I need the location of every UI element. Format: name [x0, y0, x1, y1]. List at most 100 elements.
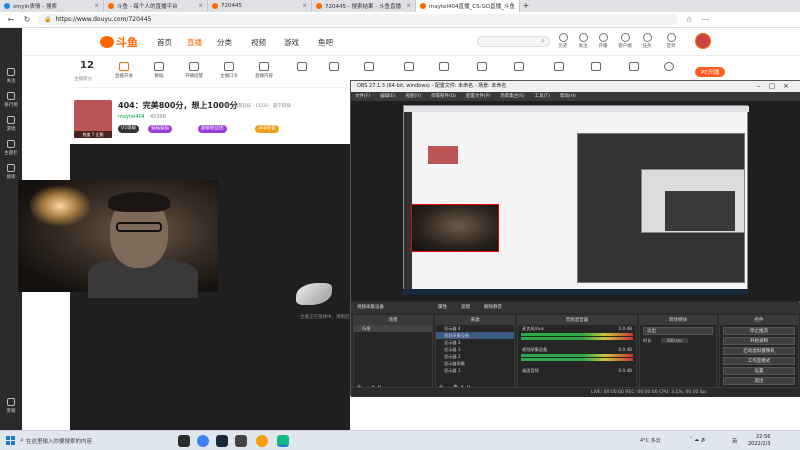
close-icon[interactable]: ×	[302, 3, 307, 9]
source-item[interactable]: 显示器 1	[436, 367, 514, 374]
menu-view[interactable]: 视图(V)	[405, 92, 421, 101]
toolbar-item[interactable]	[430, 62, 458, 71]
sidebar-item-topic[interactable]: 主题栏	[0, 136, 22, 160]
edge-app-icon[interactable]	[197, 435, 209, 447]
toolbar-item[interactable]: 直播开关	[110, 62, 138, 79]
system-tray-icons[interactable]: ˄ ☁ 🔊	[690, 437, 707, 443]
back-icon[interactable]: ←	[6, 15, 16, 24]
nav-yuba[interactable]: 鱼吧	[318, 37, 333, 48]
douyu-logo[interactable]: 斗鱼	[100, 34, 138, 50]
start-recording-button[interactable]: 开始录制	[723, 337, 795, 345]
scene-item[interactable]: 场景	[354, 325, 432, 332]
source-item[interactable]: 显示器采集	[436, 360, 514, 367]
source-item[interactable]: 显示器 2	[436, 353, 514, 360]
menu-help[interactable]: 帮助(H)	[560, 92, 576, 101]
toolbar-item[interactable]	[468, 62, 496, 71]
streamer-name[interactable]: maytel404	[118, 114, 145, 120]
window-controls[interactable]: –▢×	[757, 81, 797, 92]
toolbar-item[interactable]	[505, 62, 533, 71]
obs-preview[interactable]	[351, 101, 800, 301]
weather-widget[interactable]: 4°C 多云	[640, 437, 661, 444]
source-item[interactable]: 显示器 4	[436, 325, 514, 332]
browser-tab[interactable]: 720445 ×	[208, 0, 312, 12]
obs-app-icon[interactable]	[178, 435, 190, 447]
unmute-button[interactable]: 解除静音	[484, 303, 502, 313]
history-button[interactable]: 历史	[554, 33, 572, 49]
toolbar-item[interactable]	[582, 62, 610, 71]
browser-tab-active[interactable]: maytel404直播_CS:GO直播_斗鱼×	[416, 0, 520, 12]
toolbar-item[interactable]	[655, 62, 683, 71]
sidebar-item-game[interactable]: 游戏	[0, 112, 22, 136]
refresh-icon[interactable]: ↻	[22, 15, 32, 24]
obs-window[interactable]: OBS 27.1.3 (64-bit, windows) - 配置文件: 未命名…	[350, 80, 800, 397]
menu-profile[interactable]: 配置文件(P)	[466, 92, 490, 101]
broadcast-button[interactable]: 开播	[594, 33, 612, 49]
honor-badge[interactable]: 368荣誉	[255, 125, 279, 133]
sidebar-item-service[interactable]: 客服	[0, 394, 22, 418]
ime-indicator[interactable]: 英	[732, 437, 738, 445]
properties-button[interactable]: 属性	[438, 303, 447, 313]
sidebar-item-rank[interactable]: 排行榜	[0, 88, 22, 112]
explorer-app-icon[interactable]	[235, 435, 247, 447]
steam-app-icon[interactable]	[216, 435, 228, 447]
close-icon[interactable]: ×	[406, 3, 411, 9]
toolbar-item[interactable]	[395, 62, 423, 71]
transition-select[interactable]: 淡出	[643, 327, 713, 335]
close-icon[interactable]: ×	[94, 3, 99, 9]
fan-club-badge[interactable]: 超级粉丝团	[198, 125, 227, 133]
menu-docks[interactable]: 停靠部件(D)	[431, 92, 456, 101]
toolbar-item[interactable]	[288, 62, 316, 71]
toolbar-item[interactable]	[355, 62, 383, 71]
menu-icon[interactable]: ⋯	[700, 15, 710, 24]
streamer-avatar[interactable]: 热度 7 企鹅	[74, 100, 112, 138]
nav-video[interactable]: 视频	[251, 37, 266, 48]
search-icon[interactable]: ⌕	[20, 436, 24, 445]
studio-mode-button[interactable]: 工作室模式	[723, 357, 795, 365]
browser-tab[interactable]: xinyin表情 - 搜索 ×	[0, 0, 104, 12]
avatar[interactable]	[695, 33, 711, 49]
close-icon[interactable]: ×	[198, 3, 203, 9]
pc-broadcast-button[interactable]: PC开播	[695, 67, 726, 77]
search-input[interactable]: ⌕	[477, 36, 550, 47]
virtual-camera-button[interactable]: 启动虚拟摄像机	[723, 347, 795, 355]
taskbar-search-input[interactable]: 在这里输入你要搜索的内容	[26, 437, 92, 445]
exit-button[interactable]: 退出	[723, 377, 795, 385]
search-icon[interactable]: ⌕	[541, 37, 545, 46]
browser-tab[interactable]: 720445 - 搜索结果 - 斗鱼直播 ×	[312, 0, 416, 12]
filters-button[interactable]: 滤镜	[461, 303, 470, 313]
toolbar-item[interactable]: 开播提醒	[180, 62, 208, 79]
toolbar-item[interactable]	[545, 62, 573, 71]
toolbar-item[interactable]	[320, 62, 348, 71]
settings-button[interactable]: 设置	[723, 367, 795, 375]
browser-tab[interactable]: 斗鱼 - 每个人的直播平台 ×	[104, 0, 208, 12]
follow-button[interactable]: 关注	[574, 33, 592, 49]
menu-file[interactable]: 文件(F)	[355, 92, 370, 101]
nav-live[interactable]: 直播	[187, 37, 202, 48]
windows-start-icon[interactable]	[6, 436, 16, 446]
fan-badge[interactable]: 猫猫猫猫	[148, 125, 172, 133]
clock[interactable]: 22:56 2022/2/3	[748, 434, 770, 448]
menu-edit[interactable]: 编辑(E)	[380, 92, 395, 101]
nav-home[interactable]: 首页	[157, 37, 172, 48]
toolbar-item[interactable]: 直播内容	[250, 62, 278, 79]
favorites-icon[interactable]: ☆	[684, 15, 694, 24]
volume-slider[interactable]	[521, 358, 633, 361]
nav-game[interactable]: 游戏	[284, 37, 299, 48]
volume-slider[interactable]	[521, 337, 633, 340]
app-icon[interactable]	[256, 435, 268, 447]
duration-input[interactable]: 300 ms	[660, 338, 689, 343]
signin-button[interactable]: 签到	[662, 33, 680, 49]
active-app-icon[interactable]	[277, 435, 289, 447]
task-button[interactable]: 任务	[638, 33, 656, 49]
source-item[interactable]: 显示器 3	[436, 339, 514, 346]
new-tab-button[interactable]: +	[520, 0, 532, 12]
menu-scene-collection[interactable]: 场景集合(S)	[500, 92, 524, 101]
source-item[interactable]: 显示器 3	[436, 346, 514, 353]
client-button[interactable]: 客户端	[616, 33, 634, 49]
menu-tools[interactable]: 工具(T)	[535, 92, 550, 101]
source-item[interactable]: 视频采集设备	[436, 332, 514, 339]
obs-titlebar[interactable]: OBS 27.1.3 (64-bit, windows) - 配置文件: 未命名…	[351, 81, 800, 92]
level-badge[interactable]: V5等级	[118, 125, 139, 133]
url-field[interactable]: 🔒 https://www.douyu.com/720445	[38, 14, 678, 25]
toolbar-item[interactable]: 主播口令	[215, 62, 243, 79]
